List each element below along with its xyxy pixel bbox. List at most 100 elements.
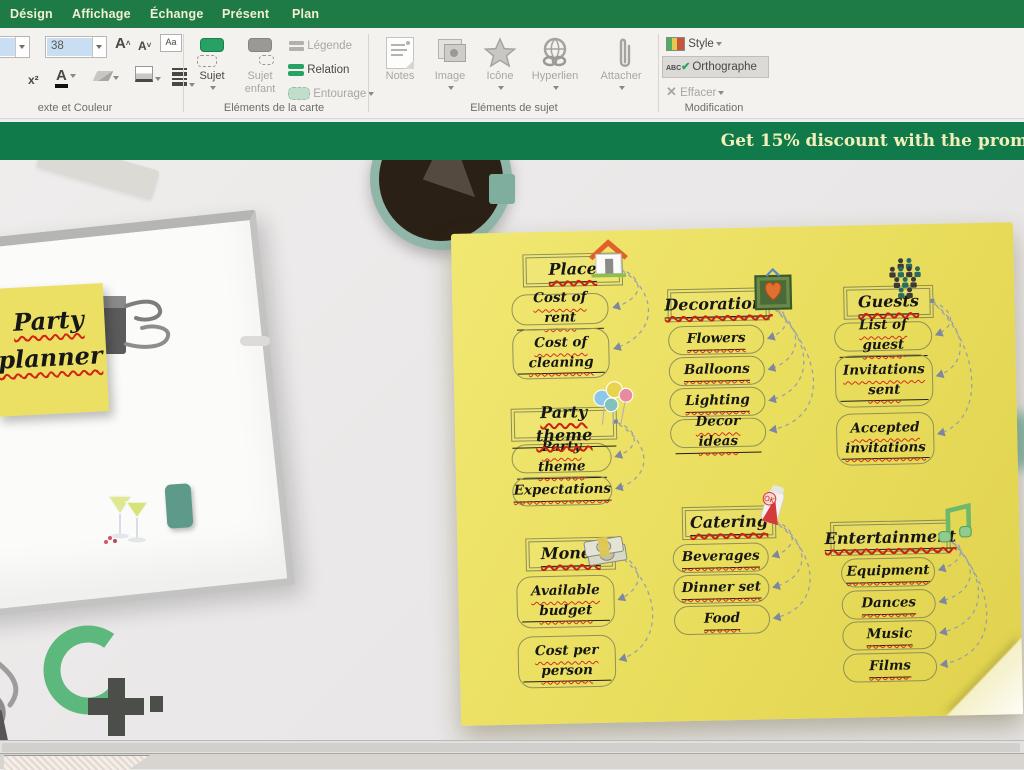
mindmap-subtopic-flowers[interactable]: Flowers (668, 324, 765, 355)
mindmap-subtopic-balloons[interactable]: Balloons (669, 355, 766, 386)
fill-color-button[interactable] (135, 66, 161, 86)
subtopic-label: Decor ideas (675, 412, 762, 454)
subtopic-label: Dinner set (682, 578, 762, 600)
group-label-elements-sujet: Eléments de sujet (376, 102, 652, 114)
subtopic-label: Balloons (684, 360, 750, 382)
orthographe-button[interactable]: ABC✔ Orthographe (662, 56, 769, 78)
mindmap-subtopic-invitations-sent[interactable]: Invitations sent (835, 354, 934, 408)
pen-icon (93, 71, 114, 81)
shrink-font-button[interactable]: A˅ (138, 36, 151, 56)
balloons-icon (590, 380, 637, 427)
change-case-button[interactable]: Aa (160, 34, 182, 52)
image-icon (426, 34, 474, 70)
promo-banner-text: Get 15% discount with the prom (721, 122, 1024, 160)
menu-plan[interactable]: Plan (292, 0, 319, 28)
whiteboard (0, 210, 295, 620)
subtopic-label: Equipment (846, 561, 929, 583)
style-icon (666, 37, 685, 51)
font-family-dropdown-icon[interactable] (15, 37, 29, 57)
relation-icon (288, 62, 304, 78)
sujet-button[interactable]: Sujet (188, 32, 236, 106)
horizontal-scrollbar[interactable] (0, 740, 1024, 754)
notes-button: Notes (376, 32, 424, 106)
scrollbar-thumb[interactable] (2, 743, 1020, 752)
mindmap-subtopic-beverages[interactable]: Beverages (672, 542, 769, 573)
legende-button: Légende (288, 36, 352, 56)
mindmap-subtopic-decor-ideas[interactable]: Decor ideas (670, 417, 767, 448)
superscript-button[interactable]: x² (28, 70, 39, 90)
coffee-cup-handle (489, 174, 515, 204)
star-icon (476, 34, 524, 70)
icone-button: Icône (476, 32, 524, 106)
binder-clip (96, 288, 191, 368)
menu-echange[interactable]: Échange (150, 0, 204, 28)
highlighter-button (95, 68, 119, 88)
boundary-icon (288, 87, 310, 100)
promo-banner[interactable]: Get 15% discount with the prom (0, 122, 1024, 160)
sujet-enfant-button: Sujet enfant (238, 32, 282, 106)
mindmap-subtopic-cost-per-person[interactable]: Cost per person (517, 635, 616, 689)
notes-icon (376, 34, 424, 70)
laptop-edge (36, 160, 160, 200)
group-label-elements-carte: Eléments de la carte (188, 102, 360, 114)
font-family-combo[interactable] (0, 36, 30, 58)
style-button[interactable]: Style (666, 34, 722, 54)
delete-x-icon: ✕ (666, 84, 677, 99)
map-canvas[interactable]: Party planner (0, 160, 1024, 740)
attacher-button: Attacher (592, 32, 650, 106)
mindmap-subtopic-available-budget[interactable]: Available budget (516, 575, 615, 629)
music-icon (933, 501, 980, 548)
mindmap-subtopic-films[interactable]: Films (843, 652, 938, 683)
image-button: Image (426, 32, 474, 106)
mindmap-subtopic-music[interactable]: Music (842, 620, 937, 651)
subtopic-label: List of guest (839, 315, 928, 357)
menu-present[interactable]: Présent (222, 0, 269, 28)
font-size-dropdown-icon[interactable] (92, 37, 106, 57)
paperclip-icon (592, 34, 650, 70)
subtopic-label: Expectations (513, 480, 611, 503)
mindmap-note: PlaceCost of rentCost of cleaningParty t… (451, 222, 1023, 726)
hyperlien-button: Hyperlien (526, 32, 584, 106)
subtopic-label: Invitations sent (840, 360, 929, 402)
font-color-button[interactable]: A (55, 66, 76, 86)
money-icon (583, 528, 630, 575)
mindmap-subtopic-expectations[interactable]: Expectations (512, 476, 613, 507)
mindmap-subtopic-list-of-guest[interactable]: List of guest (834, 321, 933, 352)
font-size-value: 38 (51, 37, 64, 55)
legend-icon (288, 39, 304, 53)
subtopic-label: Lighting (685, 391, 750, 413)
note-curled-corner (943, 636, 1023, 716)
ribbon-toolbar: 38 A˄ A˅ Aa x² A exte et Couleur Sujet (0, 28, 1024, 119)
mindmap-subtopic-dances[interactable]: Dances (841, 589, 936, 620)
group-label-modification: Modification (662, 102, 766, 114)
fill-icon (135, 66, 153, 82)
mindmap-subtopic-cost-of-rent[interactable]: Cost of rent (511, 293, 609, 326)
subtopic-label: Flowers (687, 329, 746, 351)
mindmap-subtopic-cost-of-cleaning[interactable]: Cost of cleaning (512, 328, 610, 380)
menu-affichage[interactable]: Affichage (72, 0, 131, 28)
mindmap-subtopic-food[interactable]: Food (674, 604, 771, 635)
group-label-texte-couleur: exte et Couleur (0, 102, 150, 114)
font-size-combo[interactable]: 38 (45, 36, 107, 58)
subtopic-label: Food (704, 609, 741, 630)
grow-font-button[interactable]: A˄ (115, 34, 131, 54)
subtopic-label: Cost per person (522, 641, 611, 683)
subtopic-label: Cost of cleaning (517, 333, 605, 375)
board-eraser (164, 483, 193, 529)
corner-binder-clip (0, 630, 80, 740)
subtopic-label: Available budget (521, 581, 610, 623)
entourage-button: Entourage (288, 84, 374, 104)
hyperlink-globe-icon (526, 34, 584, 70)
relation-button[interactable]: Relation (288, 60, 349, 80)
lines-icon (172, 66, 187, 88)
marker-tray (240, 336, 270, 346)
subtopic-label: Dances (861, 593, 916, 615)
mindmap-subtopic-accepted-invitations[interactable]: Accepted invitations (836, 412, 935, 466)
house-icon (585, 234, 632, 281)
menu-design[interactable]: Désign (10, 0, 53, 28)
mindmap-subtopic-equipment[interactable]: Equipment (841, 557, 936, 588)
subtopic-icon (238, 34, 282, 70)
subtopic-label: Accepted invitations (841, 418, 930, 460)
subtopic-label: Beverages (682, 547, 760, 569)
mindmap-subtopic-dinner-set[interactable]: Dinner set (673, 573, 770, 604)
